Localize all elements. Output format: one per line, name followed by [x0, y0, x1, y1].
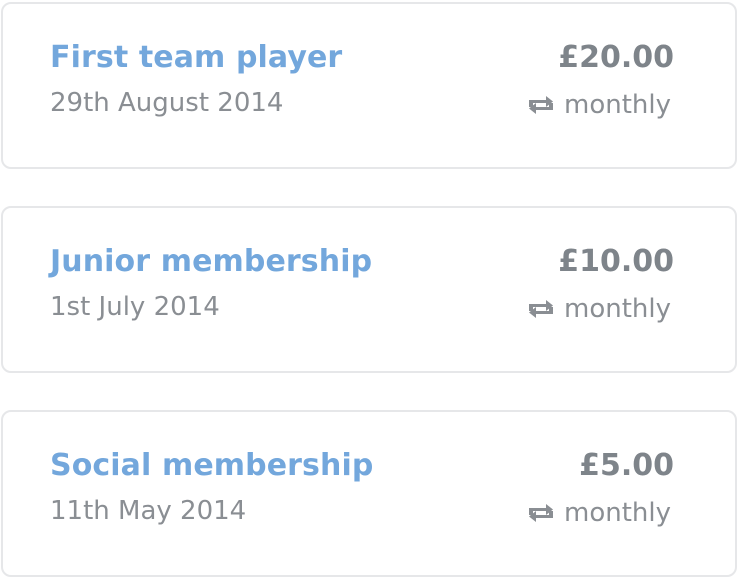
- membership-date: 11th May 2014: [50, 496, 247, 526]
- membership-frequency: monthly: [526, 292, 671, 326]
- membership-price: £5.00: [579, 448, 674, 483]
- membership-name: Social membership: [50, 448, 374, 483]
- membership-card[interactable]: Social membership 11th May 2014 £5.00 mo…: [1, 410, 737, 577]
- membership-name: First team player: [50, 40, 343, 75]
- membership-date: 29th August 2014: [50, 88, 284, 118]
- frequency-label: monthly: [564, 294, 671, 324]
- membership-date: 1st July 2014: [50, 292, 220, 322]
- membership-frequency: monthly: [526, 496, 671, 530]
- repeat-icon: [526, 502, 556, 524]
- membership-price: £20.00: [558, 40, 674, 75]
- membership-card[interactable]: First team player 29th August 2014 £20.0…: [1, 2, 737, 169]
- membership-frequency: monthly: [526, 88, 671, 122]
- repeat-icon: [526, 94, 556, 116]
- repeat-icon: [526, 298, 556, 320]
- membership-price: £10.00: [558, 244, 674, 279]
- frequency-label: monthly: [564, 90, 671, 120]
- membership-card[interactable]: Junior membership 1st July 2014 £10.00 m…: [1, 206, 737, 373]
- membership-name: Junior membership: [50, 244, 373, 279]
- frequency-label: monthly: [564, 498, 671, 528]
